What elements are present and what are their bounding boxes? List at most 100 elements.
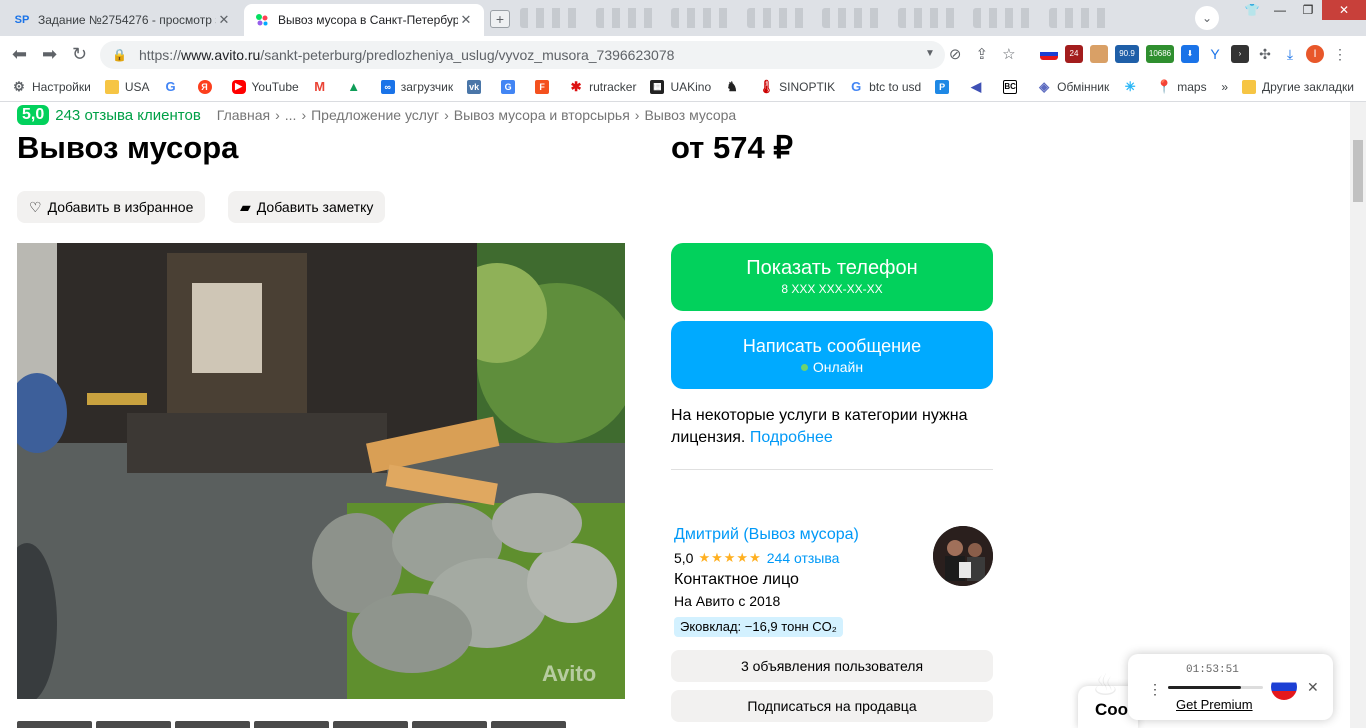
breadcrumb-services[interactable]: Предложение услуг	[311, 107, 439, 123]
bookmark-label: btc to usd	[869, 79, 922, 94]
address-bar[interactable]: 🔒 https://www.avito.ru/sankt-peterburg/p…	[100, 41, 945, 69]
eco-contribution-badge[interactable]: Эковклад: −16,9 тонн CO₂	[674, 617, 843, 637]
forward-arrow-icon[interactable]: ➡	[42, 44, 57, 65]
bookmark-exchanger[interactable]: ◈ Обмінник	[1037, 79, 1109, 94]
gear-icon: ⚙	[13, 78, 25, 94]
thumbnail[interactable]	[175, 721, 250, 728]
tab-close-icon[interactable]: ✕	[216, 12, 232, 28]
dropdown-caret-icon[interactable]: ▼	[925, 48, 935, 63]
breadcrumb-ellipsis[interactable]: ...	[285, 107, 297, 123]
thumbnail[interactable]	[412, 721, 487, 728]
thumbnail[interactable]	[17, 721, 92, 728]
bookmark-f[interactable]: F	[535, 79, 555, 94]
url-path: /sankt-peterburg/predlozheniya_uslug/vyv…	[260, 47, 675, 63]
bookmark-sinoptik[interactable]: 🌡 SINOPTIK	[757, 78, 835, 94]
minimize-button[interactable]: —	[1266, 0, 1294, 20]
bookmark-star-icon[interactable]: ☆	[1002, 45, 1015, 63]
v-ext-icon[interactable]: Y	[1206, 45, 1224, 63]
bookmark-loader[interactable]: ∞ загрузчик	[380, 79, 453, 94]
close-window-button[interactable]: ✕	[1322, 0, 1366, 20]
thumbnail[interactable]	[254, 721, 329, 728]
back-arrow-icon[interactable]: ⬅	[12, 44, 27, 65]
seller-photo-image	[933, 526, 993, 586]
add-note-button[interactable]: ▰ Добавить заметку	[228, 191, 386, 223]
profile-avatar[interactable]: I	[1306, 45, 1324, 63]
breadcrumb-waste-category[interactable]: Вывоз мусора и вторсырья	[454, 107, 630, 123]
translate-icon: G	[501, 79, 516, 94]
main-photo[interactable]: Avito	[17, 243, 625, 699]
bookmark-youtube[interactable]: ▶ YouTube	[231, 79, 299, 94]
reviews-link[interactable]: 243 отзыва клиентов	[55, 107, 201, 124]
scrollbar-thumb[interactable]	[1353, 140, 1363, 202]
bookmarks-overflow-button[interactable]: »	[1221, 80, 1228, 94]
russia-flag-icon[interactable]	[1271, 674, 1297, 700]
new-tab-button[interactable]: +	[490, 10, 510, 28]
player-progress-bar[interactable]	[1168, 686, 1263, 689]
bookmark-chess[interactable]: ♞	[725, 79, 745, 94]
tab-avito[interactable]: Вывоз мусора в Санкт-Петербург ✕	[244, 4, 484, 36]
get-premium-link[interactable]: Get Premium	[1176, 697, 1253, 712]
bookmark-bc[interactable]: BC	[1003, 79, 1023, 94]
blocked-popup-icon[interactable]: ⊘	[949, 45, 962, 63]
thumbnail[interactable]	[491, 721, 566, 728]
page-scrollbar[interactable]	[1350, 102, 1366, 728]
bookmark-other[interactable]: Другие закладки	[1242, 80, 1354, 94]
seller-avatar[interactable]	[933, 526, 993, 586]
tab-search-chevron-icon[interactable]: ⌄	[1195, 6, 1219, 30]
puzzle-extensions-icon[interactable]: ✣	[1256, 45, 1274, 63]
shirt-icon[interactable]: 👕	[1238, 0, 1266, 20]
player-menu-icon[interactable]: ⋮	[1148, 681, 1162, 698]
add-favorite-button[interactable]: ♡ Добавить в избранное	[17, 191, 206, 223]
thumbnail[interactable]	[96, 721, 171, 728]
thumbnail[interactable]	[333, 721, 408, 728]
bookmark-label: UAKino	[670, 79, 712, 94]
download-ext-icon[interactable]: ⬇	[1181, 45, 1199, 63]
russia-flag-icon[interactable]	[1040, 48, 1058, 60]
bookmark-star[interactable]: ✳	[1123, 79, 1143, 94]
tab-close-icon[interactable]: ✕	[458, 12, 474, 28]
breadcrumb-separator: ›	[444, 107, 449, 123]
bookmark-btc[interactable]: Gbtc to usd	[849, 79, 922, 94]
share-icon[interactable]: ⇪	[975, 45, 988, 63]
bookmark-maps[interactable]: 📍 maps	[1156, 79, 1206, 94]
arrow-ext-icon[interactable]: ›	[1231, 45, 1249, 63]
bookmark-translate[interactable]: G	[501, 79, 521, 94]
user-listings-button[interactable]: 3 объявления пользователя	[671, 650, 993, 682]
restore-button[interactable]: ❐	[1294, 0, 1322, 20]
truck-with-waste-bags-image	[17, 243, 625, 699]
breadcrumb-home[interactable]: Главная	[217, 107, 270, 123]
speed-ext-icon[interactable]: 90.9	[1115, 45, 1139, 63]
show-phone-label: Показать телефон	[746, 257, 918, 279]
reload-icon[interactable]: ↻	[72, 44, 87, 65]
bookmark-arrow[interactable]: ◀	[969, 79, 989, 94]
rutracker-icon: ✱	[570, 78, 582, 94]
chrome-menu-icon[interactable]: ⋮	[1331, 45, 1349, 63]
breadcrumb-current[interactable]: Вывоз мусора	[644, 107, 736, 123]
breadcrumb-separator: ›	[301, 107, 307, 123]
subscribe-seller-button[interactable]: Подписаться на продавца	[671, 690, 993, 722]
thermometer-icon: 🌡	[757, 78, 775, 94]
tab-task[interactable]: SP Задание №2754276 - просмотр з ✕	[4, 4, 242, 36]
seller-name-link[interactable]: Дмитрий (Вывоз мусора)	[674, 526, 859, 544]
license-more-link[interactable]: Подробнее	[750, 429, 833, 446]
show-phone-button[interactable]: Показать телефон 8 XXX XXX-XX-XX	[671, 243, 993, 311]
bookmark-google[interactable]: G	[164, 79, 184, 94]
downloads-icon[interactable]: ⤓	[1281, 45, 1299, 63]
player-close-icon[interactable]: ✕	[1307, 679, 1319, 696]
p-icon: P	[935, 79, 950, 94]
bookmark-rutracker[interactable]: ✱ rutracker	[569, 78, 637, 94]
bookmark-yandex[interactable]: Я	[197, 79, 218, 94]
bookmark-drive[interactable]: ▲	[347, 79, 367, 94]
bookmark-vk[interactable]: vk	[467, 79, 487, 94]
seller-reviews-link[interactable]: 244 отзыва	[767, 550, 840, 566]
film-icon: ▦	[650, 79, 665, 94]
bookmark-gmail[interactable]: M	[313, 79, 333, 94]
bookmark-uakino[interactable]: ▦ UAKino	[650, 79, 712, 94]
bookmark-settings[interactable]: ⚙ Настройки	[12, 78, 91, 94]
bitcoin-ext-icon[interactable]: 10686	[1146, 45, 1174, 63]
write-message-button[interactable]: Написать сообщение Онлайн	[671, 321, 993, 389]
face-ext-icon[interactable]	[1090, 45, 1108, 63]
bookmark-p[interactable]: P	[935, 79, 955, 94]
shield-ext-icon[interactable]: 24	[1065, 45, 1083, 63]
bookmark-usa[interactable]: USA	[104, 79, 150, 94]
